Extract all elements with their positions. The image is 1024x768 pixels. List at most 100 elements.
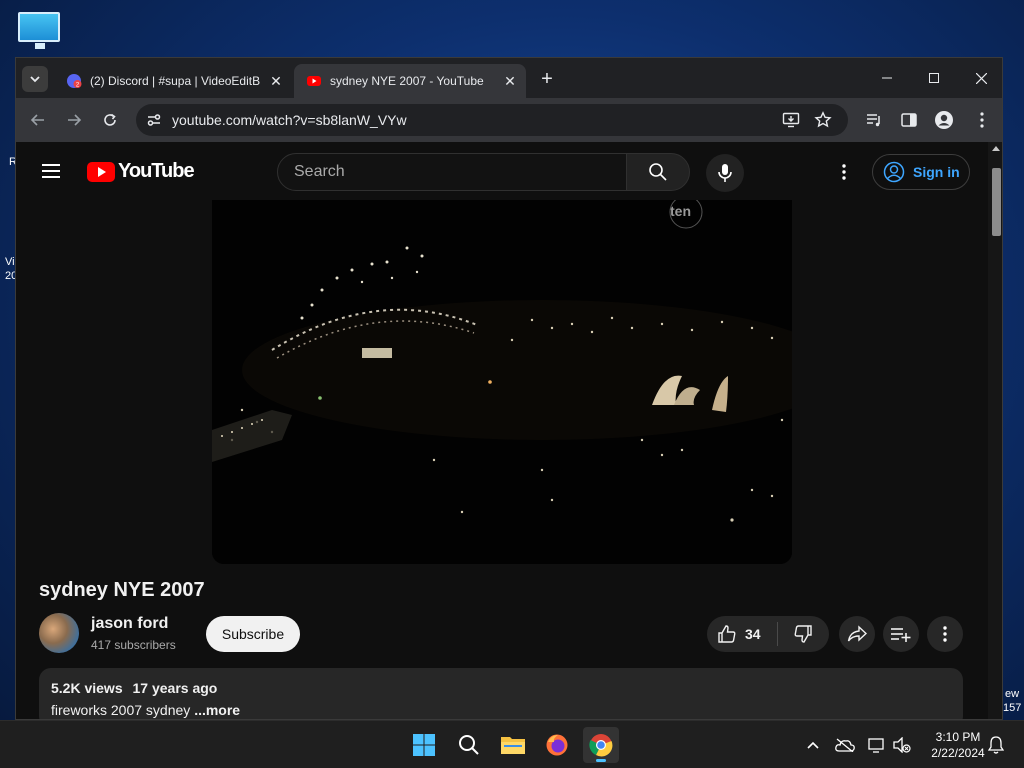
like-button[interactable]: 34 (707, 616, 777, 652)
dislike-button[interactable] (778, 616, 828, 652)
description-box[interactable]: 5.2K views 17 years ago fireworks 2007 s… (39, 668, 963, 719)
profile-icon[interactable] (934, 110, 954, 130)
site-info-icon[interactable] (144, 110, 164, 130)
tab-title: (2) Discord | #supa | VideoEditB (90, 74, 261, 88)
firefox-button[interactable] (539, 727, 575, 763)
back-button[interactable] (26, 108, 50, 132)
firefox-icon (546, 734, 568, 756)
video-title: sydney NYE 2007 (39, 579, 205, 601)
tab-strip: 2 (2) Discord | #supa | VideoEditB ✕ syd… (16, 58, 1002, 98)
scroll-thumb[interactable] (992, 168, 1001, 236)
folder-icon (501, 737, 525, 754)
this-pc-icon[interactable] (18, 12, 62, 50)
tab-search-button[interactable] (22, 66, 48, 92)
youtube-logo-text: YouTube (118, 160, 195, 182)
close-icon[interactable]: ✕ (502, 73, 518, 89)
media-control-icon[interactable] (864, 110, 884, 130)
desktop-edge-text: 157 (1003, 702, 1022, 714)
reload-button[interactable] (98, 108, 122, 132)
minimize-icon (882, 77, 892, 79)
chevron-down-icon (30, 76, 40, 83)
chrome-button[interactable] (583, 727, 619, 763)
taskbar-search-button[interactable] (451, 727, 487, 763)
windows-start-icon (413, 734, 435, 756)
menu-icon[interactable] (42, 164, 60, 178)
video-player[interactable]: ten (212, 200, 792, 564)
maximize-icon (929, 73, 939, 83)
network-tray-icon[interactable] (867, 735, 887, 755)
chrome-icon (589, 734, 613, 757)
youtube-play-icon (87, 161, 115, 182)
bookmark-star-icon[interactable] (813, 110, 833, 130)
show-more-link[interactable]: ...more (194, 702, 240, 718)
reload-icon (104, 113, 116, 126)
search-icon (459, 735, 479, 755)
sign-in-button[interactable]: Sign in (872, 154, 970, 190)
sign-in-label: Sign in (913, 164, 960, 180)
search-input[interactable]: Search (277, 153, 627, 191)
save-to-playlist-button[interactable] (883, 616, 919, 652)
new-tab-button[interactable]: + (536, 68, 558, 90)
description-snippet: fireworks 2007 sydney (51, 702, 191, 718)
share-icon (847, 625, 867, 642)
svg-text:ten: ten (670, 203, 691, 219)
like-count: 34 (745, 626, 761, 642)
youtube-header: YouTube Search Sign in (16, 142, 988, 200)
taskbar-clock[interactable]: 3:10 PM 2/22/2024 (920, 729, 996, 761)
microphone-icon (718, 164, 732, 182)
install-app-icon[interactable] (781, 110, 801, 130)
thumbs-down-icon (794, 625, 812, 643)
start-button[interactable] (406, 727, 442, 763)
browser-window: 2 (2) Discord | #supa | VideoEditB ✕ syd… (15, 57, 1003, 720)
forward-button[interactable] (62, 108, 86, 132)
address-bar[interactable]: youtube.com/watch?v=sb8lanW_VYw (136, 104, 848, 136)
youtube-logo[interactable]: YouTube (87, 160, 195, 183)
more-actions-button[interactable] (927, 616, 963, 652)
tab-title: sydney NYE 2007 - YouTube (330, 74, 484, 88)
account-circle-icon (883, 161, 905, 183)
settings-menu-icon[interactable] (834, 162, 854, 182)
arrow-right-icon (68, 114, 82, 126)
thumbs-up-icon (718, 625, 736, 643)
chrome-menu-icon[interactable] (972, 110, 992, 130)
minimize-button[interactable] (864, 62, 910, 94)
onedrive-tray-icon[interactable] (835, 735, 855, 755)
file-explorer-button[interactable] (495, 727, 531, 763)
youtube-page: YouTube Search Sign in ten sydney NYE 20… (16, 142, 988, 719)
close-window-button[interactable] (958, 62, 1002, 94)
subscriber-count: 417 subscribers (91, 638, 176, 652)
desktop-edge-text: ew (1005, 688, 1020, 700)
browser-toolbar: youtube.com/watch?v=sb8lanW_VYw (16, 98, 1002, 142)
video-frame: ten (212, 200, 792, 564)
channel-avatar[interactable] (39, 613, 79, 653)
notifications-bell-icon[interactable] (986, 735, 1006, 755)
clock-time: 3:10 PM (935, 730, 981, 744)
side-panel-icon[interactable] (899, 110, 919, 130)
close-icon[interactable]: ✕ (268, 73, 284, 89)
voice-search-button[interactable] (706, 154, 744, 192)
volume-muted-tray-icon[interactable] (892, 735, 912, 755)
desktop-edge-text: Vi (5, 256, 15, 268)
tab-discord[interactable]: 2 (2) Discord | #supa | VideoEditB ✕ (54, 64, 292, 98)
maximize-button[interactable] (911, 62, 957, 94)
show-hidden-icons-button[interactable] (803, 735, 823, 755)
arrow-left-icon (30, 114, 44, 126)
clock-date: 2/22/2024 (931, 746, 985, 760)
video-meta: 5.2K views 17 years ago (51, 680, 951, 696)
page-scrollbar[interactable] (988, 142, 1002, 719)
search-icon (649, 163, 667, 181)
playlist-add-icon (891, 628, 911, 642)
close-icon (975, 72, 987, 84)
search-button[interactable] (626, 153, 690, 191)
chevron-up-icon (807, 741, 819, 749)
share-button[interactable] (839, 616, 875, 652)
subscribe-button[interactable]: Subscribe (206, 616, 300, 652)
upload-age: 17 years ago (132, 680, 218, 696)
tab-youtube[interactable]: sydney NYE 2007 - YouTube ✕ (294, 64, 526, 98)
view-count: 5.2K views (51, 680, 123, 696)
scroll-up-arrow-icon[interactable] (992, 146, 1000, 151)
channel-name[interactable]: jason ford (91, 615, 168, 633)
discord-icon: 2 (67, 74, 82, 89)
description-text: fireworks 2007 sydney ...more (51, 702, 951, 718)
like-dislike-group: 34 (707, 616, 829, 652)
